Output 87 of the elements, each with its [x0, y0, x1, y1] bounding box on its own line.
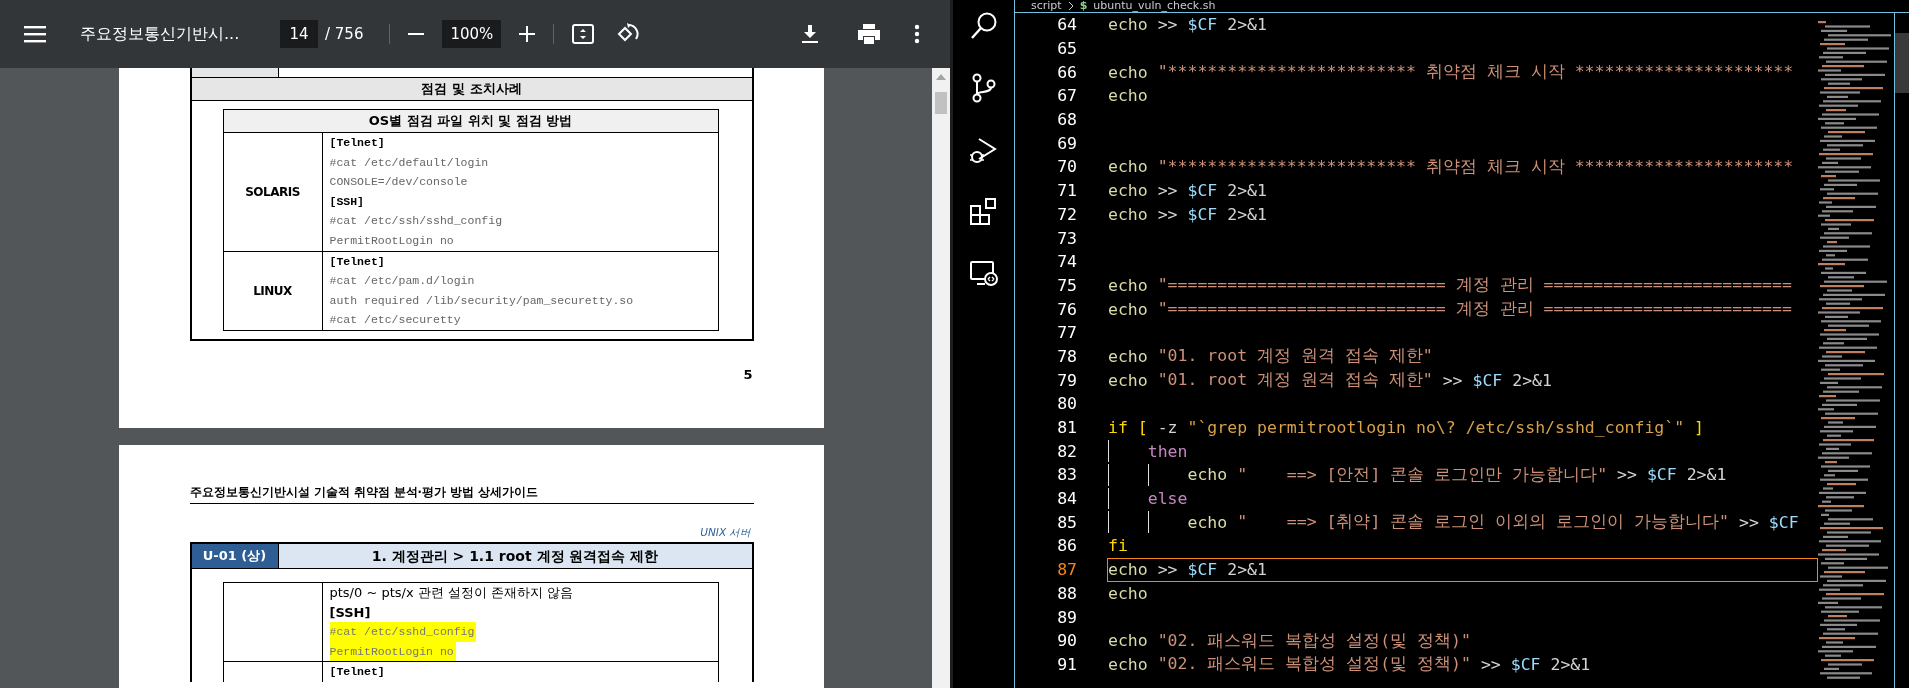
code-line: echo " ==> [취약] 콘솔 로그인 이외의 로그인이 가능합니다" >> $CF [1107, 510, 1818, 535]
fit-page-icon[interactable] [572, 24, 595, 44]
print-icon[interactable] [858, 24, 880, 44]
code-line: echo >> $CF 2>&1 [1107, 14, 1268, 37]
line-number: 67 [1056, 86, 1077, 106]
line-number: 66 [1056, 62, 1077, 82]
line-number: 87 [1056, 560, 1077, 580]
table-cell: SOLARIS [245, 184, 300, 199]
line-number: 82 [1056, 441, 1077, 461]
line-number: 86 [1056, 536, 1077, 556]
table-cell: LINUX [253, 283, 292, 298]
line-number: 81 [1056, 418, 1077, 438]
document-text-line: [Telnet] [329, 253, 386, 270]
line-number: 72 [1056, 204, 1077, 224]
code-line: echo "02. 패스워드 복합성 설정(및 정책)" >> $CF 2>&1 [1107, 653, 1592, 676]
scrollbar[interactable] [932, 68, 950, 688]
running-header: 주요정보통신기반시설 기술적 취약점 분석·평가 방법 상세가이드 [189, 485, 754, 504]
document-text-line: #cat /etc/ssh/sshd_config [329, 213, 504, 230]
page-number-field[interactable]: 14 [280, 20, 318, 48]
table-header: OS별 점검 파일 위치 및 점검 방법 [223, 110, 718, 133]
document-text-line: pts/0 ~ pts/x 관련 설정이 존재하지 않음 [329, 584, 574, 602]
line-number: 64 [1056, 15, 1077, 35]
code-line: then [1107, 439, 1818, 464]
zoom-in-icon[interactable] [519, 26, 536, 42]
category-label: UNIX 서버 [699, 526, 752, 540]
scrollbar[interactable] [1894, 13, 1909, 688]
document-title: 주요정보통신기반시... [80, 23, 241, 45]
document-text-line: [SSH] [329, 603, 371, 622]
line-number: 85 [1056, 512, 1077, 532]
page-total: / 756 [325, 25, 364, 43]
code-line: echo "01. root 계정 원격 접속 제한" [1107, 345, 1434, 368]
line-number: 91 [1056, 654, 1077, 674]
breadcrumb-item[interactable]: ubuntu_vuln_check.sh [1093, 0, 1216, 12]
code-line: echo >> $CF 2>&1 [1107, 203, 1268, 226]
line-number: 69 [1056, 133, 1077, 153]
line-number: 89 [1056, 607, 1077, 627]
document-text-line: #cat /etc/default/login [329, 154, 490, 171]
zoom-level-field[interactable]: 100% [442, 20, 502, 48]
document-text-line: auth required /lib/security/pam_securetty.so [329, 292, 635, 309]
document-text-line: [Telnet] [329, 135, 386, 151]
code-line: echo "************************* 취약점 체크 시작 ********************** [1107, 61, 1795, 84]
document-text-line: [Telnet] [329, 664, 385, 681]
chevron-icon [1067, 2, 1074, 10]
line-number: 80 [1056, 394, 1077, 414]
document-text-line: PermitRootLogin no [329, 232, 455, 249]
section-header: 점검 및 조치사례 [191, 78, 752, 101]
line-number: 65 [1056, 39, 1077, 59]
scroll-thumb[interactable] [935, 92, 947, 114]
line-number: 79 [1056, 370, 1077, 390]
item-code-cell: U-01 (상) [191, 544, 279, 568]
code-line: if [ -z "`grep permitrootlogin no\? /etc/ssh/sshd_config`" ] [1107, 417, 1706, 440]
item-title-cell: 1. 계정관리 > 1.1 root 계정 원격접속 제한 [278, 544, 752, 568]
line-number: 88 [1056, 583, 1077, 603]
page-number: 5 [742, 366, 753, 382]
code-line: echo "01. root 계정 원격 접속 제한" >> $CF 2>&1 [1107, 369, 1553, 392]
code-line: echo " ==> [안전] 콘솔 로그인만 가능합니다" >> $CF 2>&1 [1107, 463, 1818, 487]
breadcrumb-item[interactable]: script [1031, 0, 1062, 12]
line-number: 76 [1056, 299, 1077, 319]
document-text-line: #cat /etc/pam.d/login [329, 273, 476, 290]
document-text-line: [SSH] [329, 193, 365, 210]
line-number: 70 [1056, 157, 1077, 177]
code-line: else [1107, 486, 1818, 511]
code-line: echo [1107, 582, 1149, 605]
code-line: echo "02. 패스워드 복합성 설정(및 정책)" [1107, 629, 1472, 653]
file-type-icon: $ [1079, 0, 1088, 12]
line-number: 74 [1056, 252, 1077, 272]
download-icon[interactable] [802, 25, 818, 43]
line-number: 90 [1056, 631, 1077, 651]
line-number: 75 [1056, 275, 1077, 295]
line-number: 84 [1056, 489, 1077, 509]
scroll-thumb[interactable] [1895, 33, 1909, 93]
code-line: echo "============================ 계정 관리 ========================= [1107, 274, 1793, 297]
line-number: 78 [1056, 346, 1077, 366]
line-number: 77 [1056, 323, 1077, 343]
code-line: echo [1107, 85, 1149, 108]
line-number: 71 [1056, 181, 1077, 201]
line-number: 68 [1056, 110, 1077, 130]
more-options-icon[interactable] [914, 24, 920, 44]
line-number: 83 [1056, 465, 1077, 485]
code-line: echo "============================ 계정 관리 ========================= [1107, 298, 1793, 321]
document-text-line: #cat /etc/securetty [329, 312, 462, 329]
document-text-line: CONSOLE=/dev/console [329, 174, 469, 191]
code-line: echo "************************* 취약점 체크 시작 ********************** [1107, 155, 1795, 179]
code-line: fi [1107, 535, 1129, 558]
menu-icon[interactable] [24, 25, 46, 43]
line-number: 73 [1056, 228, 1077, 248]
code-line: echo >> $CF 2>&1 [1107, 180, 1268, 203]
